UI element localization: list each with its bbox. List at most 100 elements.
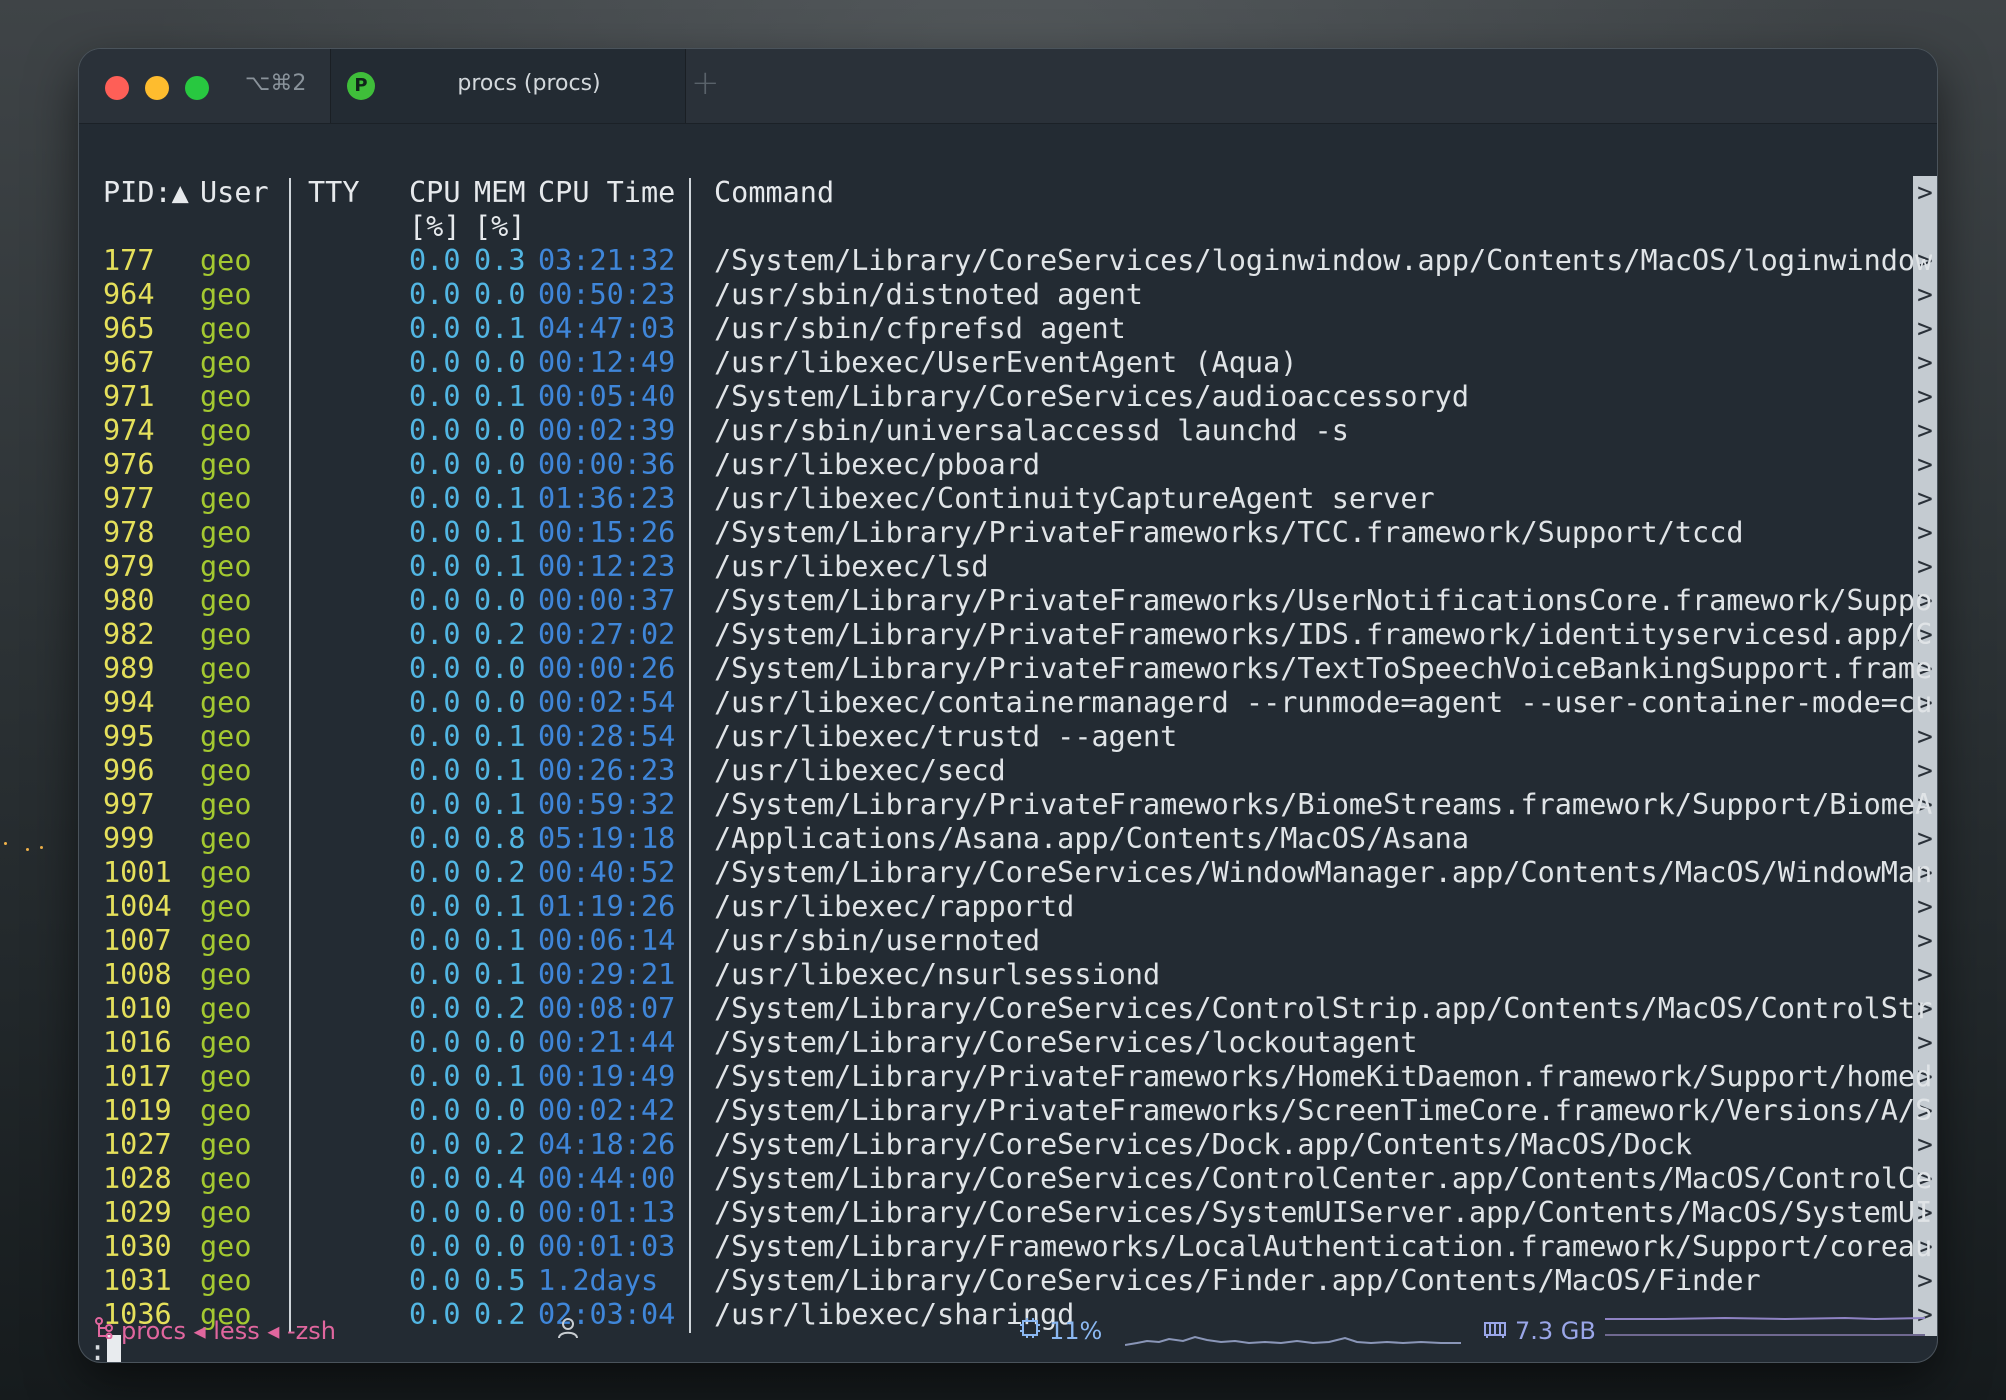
pid-cell: 1016 (103, 1026, 172, 1059)
table-row[interactable]: 997 geo 0.0 0.1 00:59:32/System/Library/Priv… (79, 788, 1937, 822)
table-row[interactable]: 1028 geo 0.0 0.4 00:44:00/System/Library/Cor… (79, 1162, 1937, 1196)
mem-cell: 0.1 (474, 516, 526, 549)
command-cell: /System/Library/PrivateFrameworks/BiomeS… (714, 788, 1932, 821)
table-row[interactable]: 980 geo 0.0 0.0 00:00:37/System/Library/Priv… (79, 584, 1937, 618)
column-header-cpu-time[interactable]: CPU Time (538, 176, 675, 210)
terminal-content[interactable]: PID:▲ User TTY CPU [%] MEM [%] CPU Time … (79, 124, 1937, 1362)
user-cell: geo (200, 1128, 252, 1161)
table-row[interactable]: 1031 geo 0.0 0.5 1.2days/System/Library/Core… (79, 1264, 1937, 1298)
new-tab-button[interactable]: + (691, 63, 720, 103)
column-header-user[interactable]: User (200, 176, 269, 210)
pid-cell: 964 (103, 278, 155, 311)
user-cell: geo (200, 584, 252, 617)
table-row[interactable]: 1007 geo 0.0 0.1 00:06:14/usr/sbin/usernoted (79, 924, 1937, 958)
column-header-mem[interactable]: MEM (474, 176, 525, 210)
cpu-cell: 0.0 (409, 516, 461, 549)
table-row[interactable]: 982 geo 0.0 0.2 00:27:02/System/Library/Priv… (79, 618, 1937, 652)
pid-cell: 177 (103, 244, 155, 277)
table-row[interactable]: 1004 geo 0.0 0.1 01:19:26/usr/libexec/rappor… (79, 890, 1937, 924)
command-cell: /usr/libexec/nsurlsessiond (714, 958, 1161, 991)
pid-cell: 1004 (103, 890, 172, 923)
process-chain-status[interactable]: procs ◂ less ◂ -zsh (95, 1317, 336, 1345)
table-row[interactable]: 978 geo 0.0 0.1 00:15:26/System/Library/Priv… (79, 516, 1937, 550)
cpu-usage-status[interactable]: 11% (1019, 1317, 1102, 1345)
cpu-time-cell: 00:00:37 (538, 584, 676, 617)
user-icon[interactable] (556, 1316, 580, 1346)
memory-icon (1483, 1317, 1507, 1345)
user-cell: geo (200, 312, 252, 345)
table-row[interactable]: 996 geo 0.0 0.1 00:26:23/usr/libexec/secd (79, 754, 1937, 788)
table-row[interactable]: 994 geo 0.0 0.0 00:02:54/usr/libexec/contain… (79, 686, 1937, 720)
mem-cell: 0.0 (474, 448, 526, 481)
cpu-time-cell: 03:21:32 (538, 244, 676, 277)
table-row[interactable]: 1016 geo 0.0 0.0 00:21:44/System/Library/Cor… (79, 1026, 1937, 1060)
table-row[interactable]: 1029 geo 0.0 0.0 00:01:13/System/Library/Cor… (79, 1196, 1937, 1230)
cpu-time-cell: 00:27:02 (538, 618, 676, 651)
table-row[interactable]: 989 geo 0.0 0.0 00:00:26/System/Library/Priv… (79, 652, 1937, 686)
cpu-cell: 0.0 (409, 754, 461, 787)
user-cell: geo (200, 346, 252, 379)
user-cell: geo (200, 1196, 252, 1229)
table-row[interactable]: 995 geo 0.0 0.1 00:28:54/usr/libexec/trustd … (79, 720, 1937, 754)
command-cell: /usr/sbin/distnoted agent (714, 278, 1143, 311)
memory-sparkline (1605, 1316, 1925, 1336)
table-row[interactable]: 967 geo 0.0 0.0 00:12:49/usr/libexec/UserEve… (79, 346, 1937, 380)
table-row[interactable]: 1019 geo 0.0 0.0 00:02:42/System/Library/Pri… (79, 1094, 1937, 1128)
user-cell: geo (200, 1264, 252, 1297)
cpu-cell: 0.0 (409, 550, 461, 583)
table-row[interactable]: 979 geo 0.0 0.1 00:12:23/usr/libexec/lsd (79, 550, 1937, 584)
table-row[interactable]: 974 geo 0.0 0.0 00:02:39/usr/sbin/universala… (79, 414, 1937, 448)
background-city-lights (0, 840, 80, 860)
mem-cell: 0.1 (474, 312, 526, 345)
table-row[interactable]: 177 geo 0.0 0.3 03:21:32/System/Library/Core… (79, 244, 1937, 278)
cpu-time-cell: 00:28:54 (538, 720, 676, 753)
tab-procs[interactable]: P procs (procs) (330, 49, 686, 123)
close-window-button[interactable] (105, 76, 129, 100)
mem-cell: 0.1 (474, 550, 526, 583)
command-cell: /usr/libexec/lsd (714, 550, 989, 583)
cpu-cell: 0.0 (409, 346, 461, 379)
table-row[interactable]: 1001 geo 0.0 0.2 00:40:52/System/Library/Cor… (79, 856, 1937, 890)
user-cell: geo (200, 822, 252, 855)
column-header-tty[interactable]: TTY (308, 176, 359, 210)
cpu-cell: 0.0 (409, 1196, 461, 1229)
column-header-cpu[interactable]: CPU (409, 176, 460, 210)
cpu-time-cell: 00:00:26 (538, 652, 676, 685)
mem-cell: 0.8 (474, 822, 526, 855)
table-row[interactable]: 964 geo 0.0 0.0 00:50:23/usr/sbin/distnoted … (79, 278, 1937, 312)
column-header-pid[interactable]: PID:▲ (103, 176, 189, 210)
cpu-cell: 0.0 (409, 414, 461, 447)
command-cell: /usr/libexec/UserEventAgent (Aqua) (714, 346, 1298, 379)
table-row[interactable]: 1030 geo 0.0 0.0 00:01:03/System/Library/Fra… (79, 1230, 1937, 1264)
cpu-cell: 0.0 (409, 618, 461, 651)
table-row[interactable]: 999 geo 0.0 0.8 05:19:18/Applications/Asana.… (79, 822, 1937, 856)
pid-cell: 996 (103, 754, 155, 787)
cpu-cell: 0.0 (409, 958, 461, 991)
table-row[interactable]: 1008 geo 0.0 0.1 00:29:21/usr/libexec/nsurls… (79, 958, 1937, 992)
table-row[interactable]: 965 geo 0.0 0.1 04:47:03/usr/sbin/cfprefsd a… (79, 312, 1937, 346)
memory-usage-status[interactable]: 7.3 GB (1483, 1317, 1596, 1345)
table-row[interactable]: 1017 geo 0.0 0.1 00:19:49/System/Library/Pri… (79, 1060, 1937, 1094)
table-row[interactable]: 1027 geo 0.0 0.2 04:18:26/System/Library/Cor… (79, 1128, 1937, 1162)
table-row[interactable]: 1010 geo 0.0 0.2 00:08:07/System/Library/Cor… (79, 992, 1937, 1026)
minimize-window-button[interactable] (145, 76, 169, 100)
mem-cell: 0.2 (474, 992, 526, 1025)
pid-cell: 1019 (103, 1094, 172, 1127)
mem-cell: 0.0 (474, 1230, 526, 1263)
command-cell: /usr/sbin/universalaccessd launchd -s (714, 414, 1349, 447)
cpu-cell: 0.0 (409, 312, 461, 345)
mem-cell: 0.1 (474, 720, 526, 753)
cpu-time-cell: 01:36:23 (538, 482, 676, 515)
column-header-command[interactable]: Command (714, 176, 834, 210)
cpu-sparkline (1125, 1335, 1461, 1346)
mem-cell: 0.4 (474, 1162, 526, 1195)
table-row[interactable]: 977 geo 0.0 0.1 01:36:23/usr/libexec/Continu… (79, 482, 1937, 516)
table-row[interactable]: 976 geo 0.0 0.0 00:00:36/usr/libexec/pboard (79, 448, 1937, 482)
command-cell: /System/Library/PrivateFrameworks/TextTo… (714, 652, 1932, 685)
command-cell: /System/Library/CoreServices/loginwindow… (714, 244, 1932, 277)
tab-title: procs (procs) (457, 71, 601, 96)
cpu-time-cell: 00:44:00 (538, 1162, 676, 1195)
table-row[interactable]: 971 geo 0.0 0.1 00:05:40/System/Library/Core… (79, 380, 1937, 414)
cpu-time-cell: 00:02:54 (538, 686, 676, 719)
maximize-window-button[interactable] (185, 76, 209, 100)
